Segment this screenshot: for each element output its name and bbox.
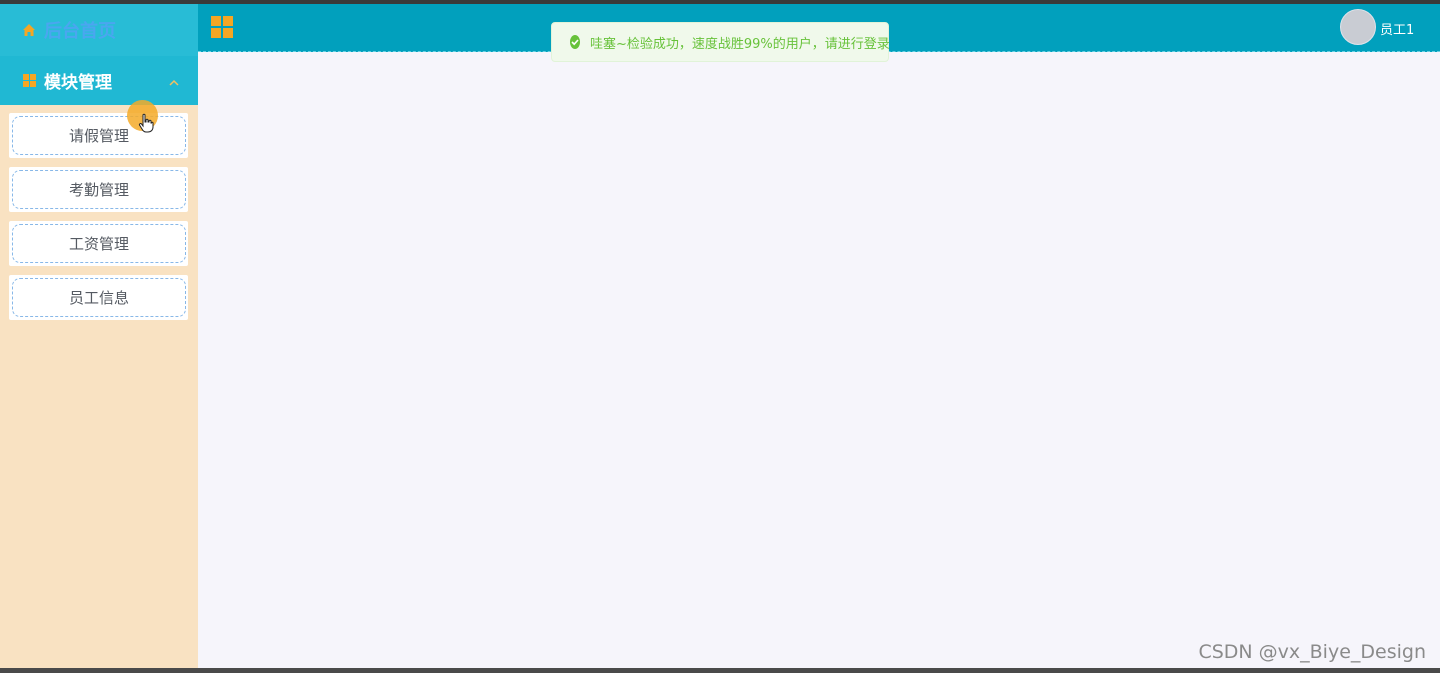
submenu-item-attendance-management[interactable]: 考勤管理: [12, 170, 186, 209]
watermark: CSDN @vx_Biye_Design: [1198, 641, 1426, 663]
window-bottom-border: [0, 668, 1440, 673]
submenu-item-wrap: 考勤管理: [9, 167, 188, 212]
grid-icon: [23, 74, 36, 87]
submenu-item-employee-info[interactable]: 员工信息: [12, 278, 186, 317]
hand-cursor-icon: [138, 113, 154, 133]
submenu-item-wrap: 工资管理: [9, 221, 188, 266]
sidebar-item-module-label: 模块管理: [44, 73, 112, 93]
menu-toggle-icon[interactable]: [211, 16, 233, 38]
chevron-up-icon[interactable]: [168, 74, 180, 86]
submenu-item-salary-management[interactable]: 工资管理: [12, 224, 186, 263]
success-toast: 哇塞~检验成功，速度战胜99%的用户，请进行登录: [551, 22, 890, 62]
sidebar: 后台首页 模块管理 请假管理 考勤管理 工资管理 员工信息: [0, 4, 198, 669]
submenu-item-leave-management[interactable]: 请假管理: [12, 116, 186, 155]
sidebar-item-home-label: 后台首页: [44, 21, 116, 42]
toast-message: 哇塞~检验成功，速度战胜99%的用户，请进行登录: [590, 36, 890, 52]
check-circle-icon: [570, 35, 580, 49]
home-icon: [22, 23, 36, 37]
sidebar-item-module-management[interactable]: 模块管理: [0, 56, 198, 105]
avatar[interactable]: [1340, 9, 1376, 45]
sidebar-item-home[interactable]: 后台首页: [0, 4, 198, 56]
submenu-item-wrap: 员工信息: [9, 275, 188, 320]
submenu-item-wrap: 请假管理: [9, 113, 188, 158]
username-label[interactable]: 员工1: [1380, 19, 1414, 38]
main-content: [198, 52, 1440, 669]
